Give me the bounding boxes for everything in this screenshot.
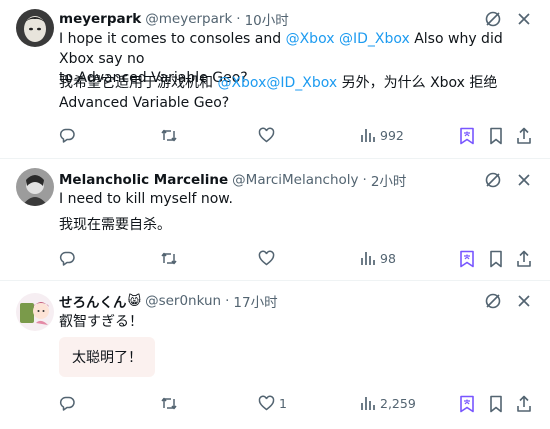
- bookmark-button[interactable]: [488, 250, 504, 268]
- tweet-header: せろんくん 😸 @ser0nkun · 17小时: [59, 291, 278, 311]
- tweet-header: Melancholic Marceline @MarciMelancholy ·…: [59, 170, 406, 190]
- views-count: 2,259: [380, 395, 416, 411]
- bookmark-icon: [490, 395, 502, 413]
- translate-icon: [460, 250, 474, 268]
- views-button[interactable]: 98: [360, 250, 396, 266]
- display-name[interactable]: Melancholic Marceline: [59, 172, 228, 188]
- translated-text-line: Advanced Variable Geo?: [59, 94, 230, 111]
- edit-grok-icon[interactable]: [484, 292, 502, 310]
- reply-icon: [59, 251, 75, 266]
- tweet-1[interactable]: meyerpark @meyerpark · 10小时 I hope it co…: [0, 0, 550, 158]
- mention-link[interactable]: @ID_Xbox: [266, 75, 337, 91]
- separator-dot: ·: [225, 293, 230, 309]
- share-icon: [517, 395, 531, 412]
- like-icon: [258, 395, 275, 411]
- bookmark-icon: [490, 127, 502, 145]
- reply-button[interactable]: [59, 250, 76, 267]
- avatar[interactable]: [16, 168, 54, 206]
- views-count: 992: [380, 127, 404, 143]
- retweet-icon: [161, 397, 177, 410]
- separator-dot: ·: [236, 11, 241, 27]
- reply-button[interactable]: [59, 395, 76, 412]
- translated-text: 我希望它适用于游戏机和 @Xbox@ID_Xbox 另外，为什么 Xbox 拒绝…: [59, 74, 534, 113]
- reply-icon: [59, 128, 75, 143]
- avatar[interactable]: [16, 293, 54, 331]
- views-count: 98: [380, 250, 396, 266]
- header-actions: [484, 171, 532, 189]
- tweet-3[interactable]: せろんくん 😸 @ser0nkun · 17小时 叡智すぎる！ 太聪明了！ 1 …: [0, 281, 550, 429]
- share-icon: [517, 127, 531, 144]
- action-bar: 98: [0, 250, 550, 272]
- tweet-2[interactable]: Melancholic Marceline @MarciMelancholy ·…: [0, 159, 550, 280]
- mention-link[interactable]: @Xbox: [286, 31, 335, 47]
- header-actions: [484, 10, 532, 28]
- share-button[interactable]: [516, 127, 532, 145]
- reply-icon: [59, 396, 75, 411]
- views-icon: [361, 129, 375, 142]
- translate-icon: [460, 395, 474, 413]
- bookmark-icon: [490, 250, 502, 268]
- translated-text: 我现在需要自杀。: [59, 217, 171, 233]
- like-button[interactable]: 1: [258, 395, 287, 412]
- like-icon: [258, 127, 275, 143]
- edit-grok-icon[interactable]: [484, 171, 502, 189]
- translate-icon: [460, 127, 474, 145]
- retweet-button[interactable]: [160, 127, 178, 144]
- views-button[interactable]: 2,259: [360, 395, 416, 411]
- views-icon: [361, 252, 375, 265]
- retweet-icon: [161, 252, 177, 265]
- timestamp[interactable]: 10小时: [245, 9, 289, 29]
- header-actions: [484, 292, 532, 310]
- retweet-icon: [161, 129, 177, 142]
- timestamp[interactable]: 17小时: [233, 291, 277, 311]
- like-icon: [258, 250, 275, 266]
- retweet-button[interactable]: [160, 250, 178, 267]
- tweet-text: 叡智すぎる！: [59, 314, 143, 330]
- close-icon[interactable]: [516, 172, 532, 188]
- close-icon[interactable]: [516, 11, 532, 27]
- translated-text-line: 我希望它适用于游戏机和 @Xbox@ID_Xbox 另外，为什么 Xbox 拒绝: [59, 75, 498, 91]
- timestamp[interactable]: 2小时: [371, 170, 407, 190]
- user-handle[interactable]: @ser0nkun: [145, 293, 221, 309]
- share-icon: [517, 250, 531, 267]
- translate-button[interactable]: [459, 127, 475, 145]
- share-button[interactable]: [516, 395, 532, 413]
- close-icon[interactable]: [516, 293, 532, 309]
- action-bar: 1 2,259: [0, 395, 550, 417]
- separator-dot: ·: [362, 172, 367, 188]
- avatar[interactable]: [16, 9, 54, 47]
- cat-emoji: 😸: [127, 293, 142, 309]
- edit-grok-icon[interactable]: [484, 10, 502, 28]
- translation-box: 太聪明了！: [59, 337, 155, 377]
- display-name[interactable]: せろんくん: [59, 291, 127, 311]
- reply-button[interactable]: [59, 127, 76, 144]
- views-button[interactable]: 992: [360, 127, 404, 143]
- mention-link[interactable]: @ID_Xbox: [339, 31, 410, 47]
- translate-button[interactable]: [459, 250, 475, 268]
- translate-button[interactable]: [459, 395, 475, 413]
- tweet-text: I need to kill myself now.: [59, 191, 233, 207]
- tweet-text-line: I hope it comes to consoles and @Xbox @I…: [59, 31, 503, 67]
- likes-count: 1: [279, 396, 287, 411]
- bookmark-button[interactable]: [488, 395, 504, 413]
- like-button[interactable]: [258, 250, 275, 267]
- share-button[interactable]: [516, 250, 532, 268]
- bookmark-button[interactable]: [488, 127, 504, 145]
- mention-link[interactable]: @Xbox: [217, 75, 266, 91]
- like-button[interactable]: [258, 127, 275, 144]
- action-bar: 992: [0, 127, 550, 149]
- display-name[interactable]: meyerpark: [59, 11, 141, 27]
- translated-text: 太聪明了！: [72, 350, 142, 366]
- user-handle[interactable]: @meyerpark: [145, 11, 232, 27]
- tweet-header: meyerpark @meyerpark · 10小时: [59, 9, 289, 29]
- user-handle[interactable]: @MarciMelancholy: [232, 172, 358, 188]
- views-icon: [361, 397, 375, 410]
- retweet-button[interactable]: [160, 395, 178, 412]
